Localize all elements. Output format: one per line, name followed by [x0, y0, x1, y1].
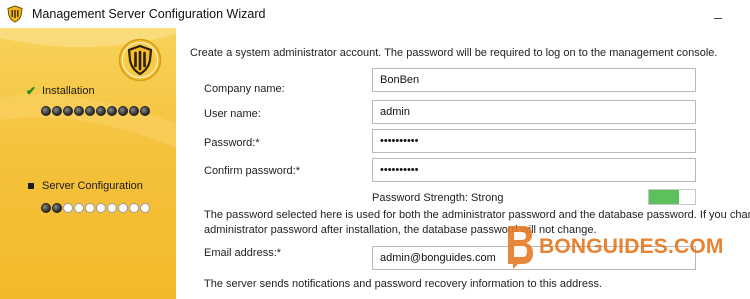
email-note: The server sends notifications and passw…: [204, 278, 603, 290]
window-title: Management Server Configuration Wizard: [32, 7, 266, 21]
password-strength-meter: [648, 189, 696, 205]
user-name-input[interactable]: [372, 100, 696, 124]
progress-dot: [96, 106, 106, 116]
confirm-password-label: Confirm password:*: [204, 165, 300, 177]
shield-logo-icon: [7, 5, 23, 23]
step-server-configuration: Server Configuration: [24, 180, 143, 192]
progress-dot: [74, 203, 84, 213]
wizard-sidebar: ✔ Installation Server Configuration: [0, 28, 176, 299]
check-icon: ✔: [25, 84, 37, 98]
company-name-label: Company name:: [204, 83, 285, 95]
step-label: Server Configuration: [42, 180, 143, 192]
progress-dot: [41, 106, 51, 116]
wizard-content: Create a system administrator account. T…: [176, 28, 750, 299]
progress-dot: [140, 203, 150, 213]
intro-text: Create a system administrator account. T…: [190, 47, 718, 59]
confirm-password-input[interactable]: [372, 158, 696, 182]
progress-dot: [118, 106, 128, 116]
progress-dot: [129, 203, 139, 213]
step-progress-server-configuration: [41, 203, 150, 213]
progress-dot: [107, 106, 117, 116]
progress-dot: [63, 203, 73, 213]
password-label: Password:*: [204, 137, 260, 149]
title-bar: Management Server Configuration Wizard _: [0, 0, 750, 28]
company-name-input[interactable]: [372, 68, 696, 92]
progress-dot: [63, 106, 73, 116]
progress-dot: [96, 203, 106, 213]
progress-dot: [129, 106, 139, 116]
progress-dot: [74, 106, 84, 116]
minimize-button[interactable]: _: [712, 4, 724, 18]
progress-dot: [52, 106, 62, 116]
progress-dot: [85, 203, 95, 213]
shield-logo-icon: [118, 38, 162, 82]
email-address-label: Email address:*: [204, 247, 282, 259]
progress-dot: [41, 203, 51, 213]
step-installation: ✔ Installation: [24, 84, 95, 98]
progress-dot: [140, 106, 150, 116]
user-name-label: User name:: [204, 108, 261, 120]
email-address-input[interactable]: [372, 246, 696, 270]
password-note-line-1: The password selected here is used for b…: [204, 209, 750, 221]
step-label: Installation: [42, 85, 95, 97]
progress-dot: [107, 203, 117, 213]
password-strength-fill: [649, 190, 680, 204]
bullet-icon: [24, 180, 38, 192]
password-strength-label: Password Strength: Strong: [372, 192, 504, 204]
progress-dot: [52, 203, 62, 213]
step-progress-installation: [41, 106, 150, 116]
progress-dot: [118, 203, 128, 213]
progress-dot: [85, 106, 95, 116]
password-input[interactable]: [372, 129, 696, 153]
password-note-line-2: administrator password after installatio…: [204, 224, 597, 236]
